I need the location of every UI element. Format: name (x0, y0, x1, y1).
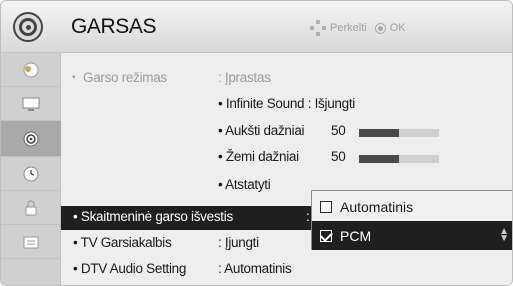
ok-icon (374, 22, 386, 34)
picture-icon (23, 62, 39, 77)
treble-slider-fill (359, 129, 399, 137)
option-label: PCM (340, 227, 372, 244)
checked-checkbox-icon[interactable] (320, 229, 332, 242)
list-item-dtv-audio[interactable]: • DTV Audio Setting : Automatinis (61, 258, 512, 282)
speaker-icon (23, 131, 39, 146)
bass-slider-fill (359, 155, 399, 163)
list-item-bass[interactable]: • Žemi dažniai 50 (61, 146, 512, 170)
speaker-icon (13, 12, 43, 42)
dpad-icon (310, 20, 326, 36)
sidebar-item-options[interactable] (1, 225, 61, 259)
digital-out-colon: : (306, 209, 310, 224)
bullet-icon: • (72, 72, 76, 83)
screen-icon (22, 97, 40, 111)
list-item-treble[interactable]: • Aukšti dažniai 50 (61, 120, 512, 144)
option-pcm[interactable]: PCM ▲ ▼ (312, 221, 512, 250)
reset-label: • Atstatyti (218, 177, 271, 192)
sidebar-item-time[interactable] (1, 157, 61, 191)
up-down-arrows-icon: ▲ ▼ (499, 226, 509, 244)
clock-icon (23, 166, 39, 181)
treble-label: • Aukšti dažniai (218, 123, 305, 138)
bass-label: • Žemi dažniai (218, 149, 299, 164)
sidebar-item-screen[interactable] (1, 87, 61, 121)
digital-out-dropdown: Automatinis PCM ▲ ▼ (311, 190, 512, 250)
hint-ok-label: OK (389, 22, 406, 34)
tv-speaker-label: • TV Garsiakalbis (73, 235, 172, 250)
list-item-infinite-sound[interactable]: • Infinite Sound : Išjungti (61, 93, 512, 117)
dtv-audio-label: • DTV Audio Setting (73, 261, 187, 276)
sidebar-item-sound[interactable] (1, 121, 61, 157)
bass-value: 50 (331, 149, 346, 164)
infinite-sound-label: • Infinite Sound : Išjungti (218, 96, 355, 111)
checkbox-icon[interactable] (320, 200, 332, 213)
digital-out-label: • Skaitmeninė garso išvestis (73, 209, 233, 224)
category-sidebar (1, 53, 61, 285)
sound-settings-list: • Garso režimas : Įprastas • Infinite So… (61, 53, 512, 285)
settings-window: GARSAS Perkelti OK • Garso režimas: Įpr… (0, 0, 513, 286)
sidebar-item-lock[interactable] (1, 191, 61, 225)
dtv-audio-value: : Automatinis (218, 261, 292, 276)
tv-speaker-value: : Įjungti (218, 235, 259, 250)
options-icon (23, 236, 39, 248)
list-item-sound-mode[interactable]: • Garso režimas : Įprastas (61, 67, 512, 91)
navigation-hint: Perkelti OK (310, 20, 406, 36)
option-label: Automatinis (340, 198, 414, 215)
lock-icon (25, 199, 37, 215)
hint-move-label: Perkelti (330, 22, 367, 34)
bass-slider[interactable] (359, 155, 439, 163)
sound-mode-value: : Įprastas (218, 70, 271, 85)
option-automatinis[interactable]: Automatinis (312, 192, 512, 221)
treble-value: 50 (331, 123, 346, 138)
sidebar-item-picture[interactable] (1, 53, 61, 87)
page-title: GARSAS (71, 15, 157, 38)
menu-header: GARSAS Perkelti OK (1, 1, 512, 53)
sidebar-item-extra[interactable] (1, 259, 61, 285)
sound-mode-label: Garso režimas (83, 70, 167, 85)
treble-slider[interactable] (359, 129, 439, 137)
